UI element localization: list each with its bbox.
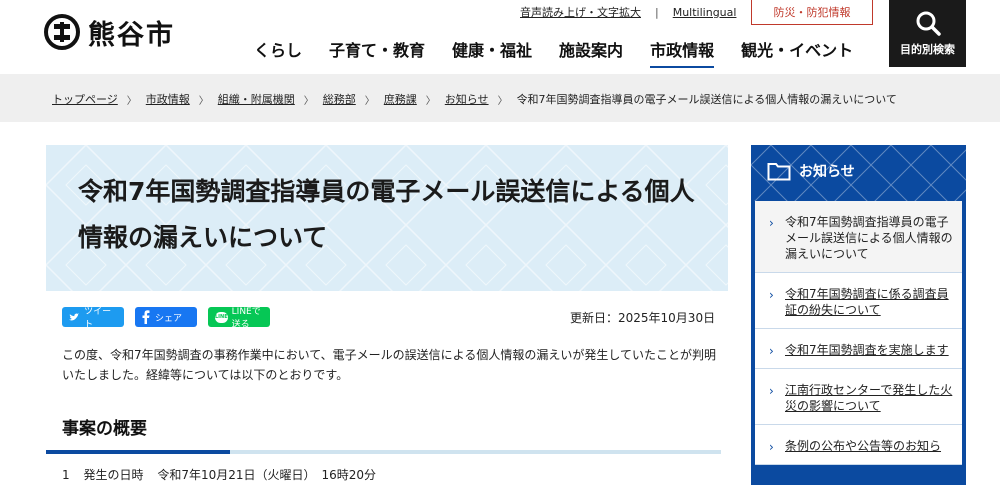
- nav-item-shisei[interactable]: 市政情報: [650, 40, 715, 68]
- section-underline-accent: [46, 450, 230, 454]
- page-title: 令和7年国勢調査指導員の電子メール誤送信による個人情報の漏えいについて: [78, 177, 695, 252]
- disaster-info-button[interactable]: 防災・防犯情報: [751, 0, 873, 25]
- line-share-label: LINEで送る: [231, 307, 261, 330]
- breadcrumb-somubu[interactable]: 総務部: [323, 91, 356, 107]
- purpose-search-button[interactable]: 目的別検索: [889, 0, 966, 67]
- sidebar-item-label[interactable]: 令和7年国勢調査に係る調査員証の紛失について: [785, 287, 949, 317]
- line-icon: LINE: [215, 311, 228, 323]
- search-label: 目的別検索: [900, 43, 955, 56]
- chevron-right-icon: ›: [769, 384, 774, 398]
- nav-item-kenko[interactable]: 健康・福祉: [452, 40, 532, 68]
- twitter-share-button[interactable]: ツイート: [62, 307, 124, 330]
- breadcrumb-top[interactable]: トップページ: [52, 91, 118, 107]
- sidebar-item-label[interactable]: 令和7年国勢調査指導員の電子メール誤送信による個人情報の漏えいについて: [785, 215, 953, 261]
- sidebar-item-label[interactable]: 江南行政センターで発生した火災の影響について: [785, 383, 952, 413]
- nav-item-kurashi[interactable]: くらし: [254, 40, 302, 68]
- breadcrumb: トップページ 〉 市政情報 〉 組織・附属機関 〉 総務部 〉 庶務課 〉 お知…: [52, 91, 897, 107]
- breadcrumb-shomuka[interactable]: 庶務課: [384, 91, 417, 107]
- sidebar-item[interactable]: › 令和7年国勢調査に係る調査員証の紛失について: [755, 273, 962, 329]
- sidebar-list: › 令和7年国勢調査指導員の電子メール誤送信による個人情報の漏えいについて › …: [755, 201, 962, 465]
- search-icon: [916, 11, 941, 36]
- sidebar-item[interactable]: › 条例の公布や公告等のお知ら: [755, 425, 962, 465]
- intro-paragraph: この度、令和7年国勢調査の事務作業中において、電子メールの誤送信による個人情報の…: [62, 348, 716, 382]
- multilingual-link[interactable]: Multilingual: [673, 6, 737, 19]
- breadcrumb-shisei[interactable]: 市政情報: [146, 91, 190, 107]
- accessibility-link[interactable]: 音声読み上げ・文字拡大: [520, 4, 641, 20]
- breadcrumb-soshiki[interactable]: 組織・附属機関: [218, 91, 295, 107]
- outline-item-label: 発生の日時: [83, 468, 144, 482]
- site-header: 熊谷市 音声読み上げ・文字拡大 | Multilingual 防災・防犯情報 く…: [0, 0, 1000, 74]
- nav-item-kosodate[interactable]: 子育て・教育: [329, 40, 425, 68]
- folder-icon: [767, 163, 791, 181]
- facebook-icon: [142, 310, 150, 324]
- logo-text: 熊谷市: [88, 19, 175, 51]
- chevron-right-icon: 〉: [126, 95, 137, 107]
- sidebar-item[interactable]: › 江南行政センターで発生した火災の影響について: [755, 369, 962, 425]
- sidebar-item-current[interactable]: › 令和7年国勢調査指導員の電子メール誤送信による個人情報の漏えいについて: [755, 201, 962, 273]
- twitter-share-label: ツイート: [84, 307, 112, 330]
- updated-date: 更新日：2025年10月30日: [570, 311, 716, 325]
- chevron-right-icon: ›: [769, 440, 774, 454]
- outline-item-number: 1: [62, 468, 70, 482]
- share-buttons: ツイート シェア LINE LINEで送る: [62, 307, 281, 330]
- breadcrumb-current: 令和7年国勢調査指導員の電子メール誤送信による個人情報の漏えいについて: [516, 93, 897, 106]
- sidebar-item-label[interactable]: 条例の公布や公告等のお知ら: [785, 439, 941, 453]
- outline-item-1: 1 発生の日時 令和7年10月21日（火曜日） 16時20分: [62, 466, 386, 483]
- sidebar-item[interactable]: › 令和7年国勢調査を実施します: [755, 329, 962, 369]
- chevron-right-icon: 〉: [364, 95, 375, 107]
- nav-item-kanko[interactable]: 観光・イベント: [741, 40, 853, 68]
- outline-item-value: 令和7年10月21日（火曜日） 16時20分: [157, 468, 377, 482]
- sidebar-heading: お知らせ: [767, 161, 855, 181]
- page-title-box: 令和7年国勢調査指導員の電子メール誤送信による個人情報の漏えいについて: [46, 145, 728, 291]
- breadcrumb-oshirase[interactable]: お知らせ: [445, 91, 489, 107]
- twitter-bird-icon: [69, 312, 80, 321]
- sidebar-news: お知らせ › 令和7年国勢調査指導員の電子メール誤送信による個人情報の漏えいにつ…: [751, 145, 966, 485]
- city-emblem-icon: [44, 14, 80, 50]
- global-nav: くらし 子育て・教育 健康・福祉 施設案内 市政情報 観光・イベント: [254, 40, 880, 68]
- facebook-share-button[interactable]: シェア: [135, 307, 197, 327]
- sidebar-item-label[interactable]: 令和7年国勢調査を実施します: [785, 343, 949, 357]
- site-logo[interactable]: 熊谷市: [44, 12, 175, 52]
- chevron-right-icon: ›: [769, 216, 774, 230]
- section-underline: [46, 450, 721, 454]
- sidebar-heading-label: お知らせ: [799, 164, 855, 180]
- chevron-right-icon: 〉: [303, 95, 314, 107]
- chevron-right-icon: ›: [769, 288, 774, 302]
- chevron-right-icon: ›: [769, 344, 774, 358]
- facebook-share-label: シェア: [155, 313, 183, 324]
- breadcrumb-bar: トップページ 〉 市政情報 〉 組織・附属機関 〉 総務部 〉 庶務課 〉 お知…: [0, 74, 1000, 122]
- utility-links: 音声読み上げ・文字拡大 | Multilingual: [520, 4, 736, 20]
- section-heading: 事案の概要: [62, 419, 147, 439]
- chevron-right-icon: 〉: [198, 95, 209, 107]
- chevron-right-icon: 〉: [497, 95, 508, 107]
- chevron-right-icon: 〉: [425, 95, 436, 107]
- nav-item-shisetsu[interactable]: 施設案内: [559, 40, 623, 68]
- util-separator: |: [655, 5, 659, 19]
- line-share-button[interactable]: LINE LINEで送る: [208, 307, 270, 330]
